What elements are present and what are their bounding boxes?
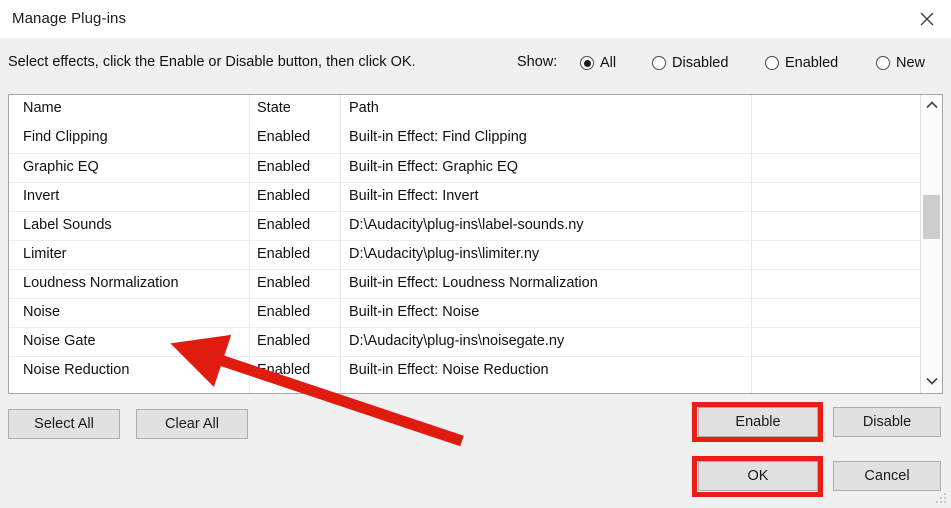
scrollbar-thumb[interactable] [923, 195, 940, 239]
table-row[interactable]: Invert Enabled Built-in Effect: Invert [9, 182, 920, 211]
cell-path: Built-in Effect: Loudness Normalization [349, 275, 598, 291]
close-button[interactable] [903, 0, 951, 38]
table-row[interactable]: Label Sounds Enabled D:\Audacity\plug-in… [9, 211, 920, 240]
radio-indicator-disabled [652, 56, 666, 70]
chevron-down-icon [926, 373, 938, 391]
enable-button[interactable]: Enable [698, 407, 818, 437]
clear-all-button[interactable]: Clear All [136, 409, 248, 439]
cell-path: Built-in Effect: Noise Reduction [349, 362, 549, 378]
radio-option-new[interactable]: New [876, 52, 925, 74]
cell-state: Enabled [257, 304, 311, 320]
cancel-button[interactable]: Cancel [833, 461, 941, 491]
radio-indicator-enabled [765, 56, 779, 70]
table-row[interactable]: Noise Enabled Built-in Effect: Noise [9, 298, 920, 327]
radio-label-disabled: Disabled [672, 55, 729, 71]
radio-label-all: All [600, 55, 617, 71]
radio-indicator-new [876, 56, 890, 70]
column-header-name[interactable]: Name [23, 100, 245, 116]
show-label: Show: [517, 54, 558, 70]
column-header-path[interactable]: Path [349, 100, 749, 116]
cell-name: Noise Reduction [23, 362, 130, 378]
cell-name: Invert [23, 188, 60, 204]
select-all-button[interactable]: Select All [8, 409, 120, 439]
cell-name: Noise Gate [23, 333, 96, 349]
plugin-list-viewport: Name State Path Find Clipping Enabled Bu… [9, 95, 920, 393]
cell-path: D:\Audacity\plug-ins\noisegate.ny [349, 333, 565, 349]
cell-path: Built-in Effect: Invert [349, 188, 479, 204]
table-row[interactable]: Loudness Normalization Enabled Built-in … [9, 269, 920, 298]
cell-path: Built-in Effect: Find Clipping [349, 129, 527, 145]
chevron-up-icon [926, 97, 938, 115]
disable-button[interactable]: Disable [833, 407, 941, 437]
plugin-list[interactable]: Name State Path Find Clipping Enabled Bu… [8, 94, 943, 394]
cell-name: Limiter [23, 246, 67, 262]
vertical-scrollbar[interactable] [920, 95, 942, 393]
cell-state: Enabled [257, 217, 311, 233]
cell-name: Find Clipping [23, 129, 108, 145]
radio-label-new: New [896, 55, 926, 71]
cell-path: Built-in Effect: Noise [349, 304, 480, 320]
scroll-up-button[interactable] [921, 95, 942, 117]
table-row[interactable]: Limiter Enabled D:\Audacity\plug-ins\lim… [9, 240, 920, 269]
manage-plugins-dialog: Manage Plug-ins Select effects, click th… [0, 0, 951, 508]
table-header-row: Name State Path [9, 95, 920, 124]
cell-state: Enabled [257, 129, 311, 145]
cell-state: Enabled [257, 362, 311, 378]
table-row[interactable]: Find Clipping Enabled Built-in Effect: F… [9, 124, 920, 153]
table-row[interactable]: Noise Reduction Enabled Built-in Effect:… [9, 356, 920, 385]
radio-option-all[interactable]: All [580, 52, 616, 74]
cell-path: D:\Audacity\plug-ins\limiter.ny [349, 246, 540, 262]
radio-label-enabled: Enabled [785, 55, 839, 71]
cell-state: Enabled [257, 159, 311, 175]
scroll-down-button[interactable] [921, 371, 942, 393]
cell-state: Enabled [257, 333, 311, 349]
table-row[interactable]: Graphic EQ Enabled Built-in Effect: Grap… [9, 153, 920, 182]
radio-indicator-all [580, 56, 594, 70]
cell-name: Label Sounds [23, 217, 112, 233]
table-row[interactable]: Noise Gate Enabled D:\Audacity\plug-ins\… [9, 327, 920, 356]
cell-name: Noise [23, 304, 61, 320]
window-title: Manage Plug-ins [12, 10, 127, 27]
instruction-text: Select effects, click the Enable or Disa… [8, 54, 416, 70]
cell-name: Graphic EQ [23, 159, 99, 175]
cell-state: Enabled [257, 246, 311, 262]
radio-option-enabled[interactable]: Enabled [765, 52, 838, 74]
ok-button[interactable]: OK [698, 461, 818, 491]
cell-path: D:\Audacity\plug-ins\label-sounds.ny [349, 217, 584, 233]
cell-name: Loudness Normalization [23, 275, 179, 291]
instruction-bar: Select effects, click the Enable or Disa… [0, 38, 951, 88]
radio-option-disabled[interactable]: Disabled [652, 52, 728, 74]
cell-path: Built-in Effect: Graphic EQ [349, 159, 518, 175]
column-header-state[interactable]: State [257, 100, 335, 116]
title-bar: Manage Plug-ins [0, 0, 951, 39]
resize-grip[interactable] [934, 491, 948, 505]
close-icon [918, 10, 936, 28]
cell-state: Enabled [257, 188, 311, 204]
cell-state: Enabled [257, 275, 311, 291]
